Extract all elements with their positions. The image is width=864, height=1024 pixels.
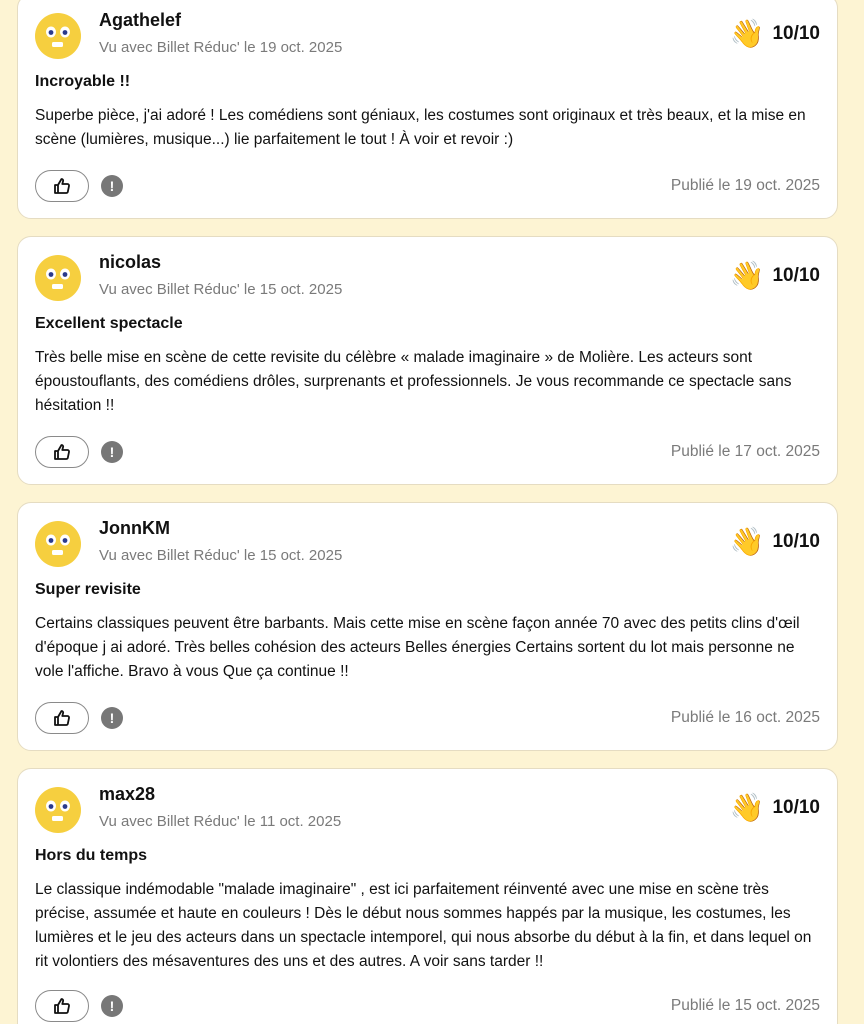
report-button[interactable]: ! — [101, 175, 123, 197]
smiley-face-icon — [35, 521, 81, 567]
review-published-date: Publié le 19 oct. 2025 — [670, 177, 820, 194]
review-card: nicolas Vu avec Billet Réduc' le 15 oct.… — [17, 236, 838, 485]
review-title: Super revisite — [35, 581, 141, 598]
review-card: max28 Vu avec Billet Réduc' le 11 oct. 2… — [17, 768, 838, 1024]
review-rating: 👋 10/10 — [730, 259, 820, 293]
review-username: Agathelef — [99, 10, 182, 30]
review-score: 10/10 — [772, 265, 820, 286]
waving-hand-icon: 👋 — [729, 525, 765, 558]
review-card: Agathelef Vu avec Billet Réduc' le 19 oc… — [17, 0, 838, 219]
thumbs-up-icon — [54, 710, 70, 726]
report-button[interactable]: ! — [101, 441, 123, 463]
review-rating: 👋 10/10 — [730, 791, 820, 825]
waving-hand-icon: 👋 — [729, 17, 765, 50]
like-button[interactable] — [35, 702, 89, 734]
smiley-face-icon — [35, 13, 81, 59]
like-button[interactable] — [35, 170, 89, 202]
like-button[interactable] — [35, 436, 89, 468]
report-button[interactable]: ! — [101, 707, 123, 729]
like-button[interactable] — [35, 990, 89, 1022]
review-body: Certains classiques peuvent être barbant… — [35, 615, 800, 680]
review-actions: ! — [35, 990, 123, 1022]
review-card: JonnKM Vu avec Billet Réduc' le 15 oct. … — [17, 502, 838, 751]
review-seen-date: Vu avec Billet Réduc' le 15 oct. 2025 — [99, 281, 343, 298]
waving-hand-icon: 👋 — [729, 791, 765, 824]
review-seen-date: Vu avec Billet Réduc' le 15 oct. 2025 — [99, 547, 343, 564]
review-username: max28 — [99, 784, 156, 804]
review-published-date: Publié le 16 oct. 2025 — [670, 709, 820, 726]
review-published-date: Publié le 15 oct. 2025 — [670, 997, 820, 1014]
review-actions: ! — [35, 436, 123, 468]
thumbs-up-icon — [54, 444, 70, 460]
exclamation-icon: ! — [109, 178, 115, 194]
exclamation-icon: ! — [109, 998, 115, 1014]
review-seen-date: Vu avec Billet Réduc' le 11 oct. 2025 — [99, 813, 342, 830]
review-body: Superbe pièce, j'ai adoré ! Les comédien… — [35, 107, 806, 148]
review-title: Excellent spectacle — [35, 315, 183, 332]
review-score: 10/10 — [772, 797, 820, 818]
review-seen-date: Vu avec Billet Réduc' le 19 oct. 2025 — [99, 39, 343, 56]
report-button[interactable]: ! — [101, 995, 123, 1017]
review-body: Très belle mise en scène de cette revisi… — [35, 349, 792, 414]
exclamation-icon: ! — [109, 444, 115, 460]
review-username: JonnKM — [99, 518, 170, 538]
review-score: 10/10 — [772, 23, 820, 44]
review-score: 10/10 — [772, 531, 820, 552]
reviews-page: Agathelef Vu avec Billet Réduc' le 19 oc… — [0, 0, 864, 1024]
review-actions: ! — [35, 702, 123, 734]
review-published-date: Publié le 17 oct. 2025 — [670, 443, 820, 460]
review-title: Incroyable !! — [35, 73, 131, 90]
review-title: Hors du temps — [35, 847, 148, 864]
exclamation-icon: ! — [109, 710, 115, 726]
smiley-face-icon — [35, 255, 81, 301]
review-rating: 👋 10/10 — [730, 525, 820, 559]
waving-hand-icon: 👋 — [729, 259, 765, 292]
review-actions: ! — [35, 170, 123, 202]
thumbs-up-icon — [54, 178, 70, 194]
smiley-face-icon — [35, 787, 81, 833]
review-rating: 👋 10/10 — [730, 17, 820, 51]
review-username: nicolas — [99, 252, 162, 272]
thumbs-up-icon — [54, 998, 70, 1014]
review-body: Le classique indémodable "malade imagina… — [35, 881, 812, 970]
